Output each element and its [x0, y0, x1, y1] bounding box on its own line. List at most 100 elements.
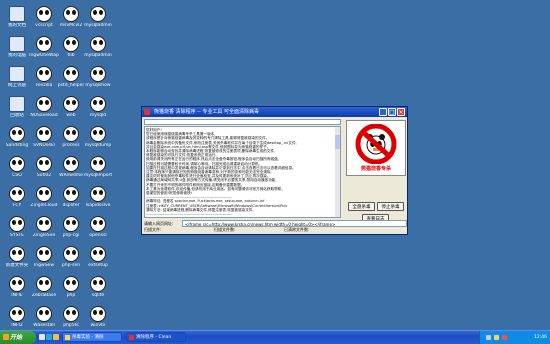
desktop-icon[interactable]: 我的电脑 — [2, 36, 32, 62]
desktop-icon[interactable]: Filezilla — [29, 66, 59, 92]
desktop-icon[interactable]: pstd_helper — [56, 66, 86, 92]
folder-icon[interactable] — [53, 334, 59, 340]
start-button[interactable]: 开始 — [0, 331, 36, 344]
desktop-icon[interactable]: openssl — [83, 216, 113, 242]
desktop-icon[interactable]: IngwSew — [29, 246, 59, 272]
desktop-icon[interactable]: mysqld — [83, 96, 113, 122]
taskbar: 开始 杀毒实验 - 清除 清除程序 - Clean 12:46 — [0, 330, 550, 344]
desktop-icon[interactable]: mysqladmin — [83, 36, 113, 62]
desktop-icon[interactable]: mysqldump — [83, 126, 113, 152]
desktop-icon[interactable]: 我的文档 — [2, 6, 32, 32]
status-scanning: 扫描文件: — [144, 227, 162, 232]
start-scan-button[interactable]: 全盘杀毒 — [348, 202, 375, 211]
minimize-button[interactable]: _ — [379, 108, 387, 116]
desktop-icon-label: FCY — [12, 203, 22, 208]
panda-icon — [36, 276, 52, 292]
desktop-icon[interactable]: Sandsting — [2, 126, 32, 152]
desktop-icon[interactable]: FCY — [2, 186, 32, 212]
text-line: ----------------------------------------… — [146, 212, 232, 217]
ie-icon[interactable] — [46, 334, 52, 340]
desktop-icon-label: mysqldump — [84, 143, 112, 148]
desktop-icon-label: ZebraBase — [31, 293, 57, 298]
panda-icon — [90, 126, 106, 142]
desktop-icon[interactable]: sqlite — [83, 276, 113, 302]
desktop-icon[interactable]: php — [56, 276, 86, 302]
desktop-icon-label: php-sen — [61, 263, 81, 268]
desktop-icon[interactable]: 网上邻居 — [2, 66, 32, 92]
desktop-icon[interactable]: CSO — [2, 156, 32, 182]
top-address-field[interactable] — [144, 119, 341, 125]
desktop-icon[interactable]: Isapidsslve — [83, 186, 113, 212]
info-text-lines: 您好用户! 您已经使用熊猫烧香病毒专杀工具第一版本, 该程序是针对熊猫烧香病毒及… — [146, 128, 339, 216]
desktop-icon[interactable]: Sofi02 — [29, 156, 59, 182]
panda-icon — [63, 186, 79, 202]
panda-icon — [36, 36, 52, 52]
desktop-icon[interactable]: extsetup — [83, 246, 113, 272]
desktop-icon[interactable]: php-cgi — [56, 216, 86, 242]
desktop-icon[interactable]: mysqlshow — [83, 66, 113, 92]
desktop-icon[interactable]: dspliter — [56, 186, 86, 212]
panda-icon — [36, 186, 52, 202]
desktop-icon[interactable]: Wasestall — [29, 306, 59, 332]
panda-icon — [36, 96, 52, 112]
desktop-icon[interactable]: SYSTE — [2, 216, 32, 242]
panda-icon — [90, 6, 106, 22]
desktop-icon[interactable]: ZingleSve — [29, 216, 59, 242]
desktop-icon[interactable]: 回收站 — [2, 96, 32, 122]
textarea-scrollbar[interactable] — [335, 127, 340, 217]
maximize-button[interactable]: □ — [388, 108, 396, 116]
system-tray: 12:46 — [479, 331, 550, 344]
security-icon[interactable] — [502, 335, 507, 340]
panda-icon — [90, 156, 106, 172]
url-input[interactable]: <iframe src=http://www.krsha.cn/news.htm… — [182, 220, 407, 227]
desktop-icon-label: Filezilla — [35, 83, 53, 88]
panda-icon — [63, 126, 79, 142]
desktop-icon[interactable]: php-sen — [56, 246, 86, 272]
taskbar-item-1[interactable]: 杀毒实验 - 清除 — [62, 332, 122, 342]
close-button[interactable]: × — [397, 108, 405, 116]
desktop-icon[interactable]: winvtx — [83, 306, 113, 332]
desktop-icon[interactable]: INFIE — [2, 276, 32, 302]
desktop-icon[interactable]: WRewdme — [56, 156, 86, 182]
taskbar-item-label: 清除程序 - Clean — [136, 335, 172, 340]
desktop-icon[interactable]: INFI2 — [2, 306, 32, 332]
desktop-icon[interactable]: IngwOneWap — [29, 36, 59, 62]
desktop-icon-label: dspliter — [62, 203, 80, 208]
scroll-thumb[interactable] — [335, 135, 340, 149]
panda-icon — [90, 96, 106, 112]
desktop-icon[interactable]: msvMcvl2 — [56, 6, 86, 32]
desktop-icon[interactable]: tlib — [56, 36, 86, 62]
status-cleaned-count: 已清除文件数: — [284, 227, 310, 232]
desktop-icon-label: ZingleCloud — [30, 203, 58, 208]
desktop-icon-label: mysqld — [89, 113, 107, 118]
window-titlebar[interactable]: 熊猫烧香 清除程序 -- 专业工具 可全面清除病毒 _ □ × — [142, 107, 407, 117]
desktop-icon-label: 网上邻居 — [8, 83, 26, 88]
desktop-icon[interactable]: php5ts — [56, 306, 86, 332]
taskbar-item-label: 杀毒实验 - 清除 — [72, 335, 104, 340]
taskbar-item-2[interactable]: 清除程序 - Clean — [126, 332, 186, 342]
desktop-icon[interactable]: web — [56, 96, 86, 122]
panda-icon — [63, 276, 79, 292]
desktop-icon-label: mysqlshow — [85, 83, 111, 88]
desktop-icon-label: 我的电脑 — [8, 53, 26, 58]
desktop-icon[interactable]: ZingleCloud — [29, 186, 59, 212]
desktop-icon[interactable]: SVNDeskl — [29, 126, 59, 152]
desktop-icon[interactable]: vcscript — [29, 6, 59, 32]
desktop-icon[interactable]: mysqladmin — [83, 6, 113, 32]
desktop-icon[interactable]: NUSaveload — [29, 96, 59, 122]
desktop-icon-label: Wasestall — [33, 323, 55, 328]
desktop-icon[interactable]: ZebraBase — [29, 276, 59, 302]
desktop-icon-label: 新建文件夹 — [5, 263, 29, 268]
desktop-icon[interactable]: mysqlimport — [83, 156, 113, 182]
panda-icon — [36, 66, 52, 82]
desktop-icon-label: pstd_helper — [57, 83, 85, 88]
network-icon[interactable] — [486, 335, 491, 340]
no-panda-icon — [355, 124, 397, 164]
info-textarea[interactable]: 您好用户! 您已经使用熊猫烧香病毒专杀工具第一版本, 该程序是针对熊猫烧香病毒及… — [144, 126, 341, 218]
desktop-icon[interactable]: process — [56, 126, 86, 152]
desktop-icon[interactable] — [39, 334, 45, 340]
desktop-icon[interactable]: 新建文件夹 — [2, 246, 32, 272]
panda-icon — [90, 246, 106, 262]
stop-scan-button[interactable]: 停止杀毒 — [377, 202, 404, 211]
volume-icon[interactable] — [494, 335, 499, 340]
